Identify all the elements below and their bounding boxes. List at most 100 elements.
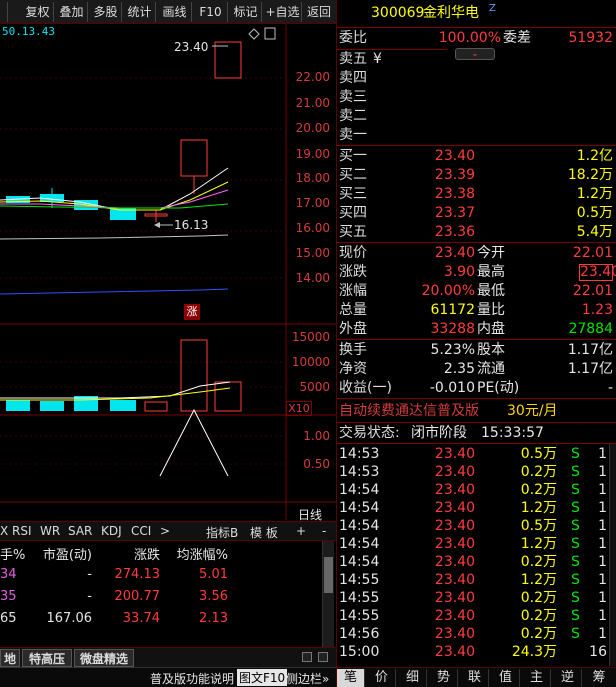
sell-label: 卖三 [339, 89, 367, 105]
tab-trend[interactable]: 势 [430, 669, 458, 687]
low-price-label: 16.13 [174, 218, 209, 232]
stat-value: 1.17亿 [567, 361, 613, 377]
tab-price[interactable]: 价 [368, 669, 396, 687]
stat-label: 净资 [339, 361, 367, 377]
tick-side: S [571, 464, 580, 480]
f10-button[interactable]: F10 [194, 2, 228, 22]
tick-row: 14:54 23.40 0.2万 S 1 [337, 553, 616, 571]
stat-row: 涨幅 20.00% 最低 22.01 [337, 282, 616, 301]
chart-readout: 50.13.43 [2, 25, 55, 38]
stat-label: 最高 [477, 264, 505, 280]
tab-reverse[interactable]: 逆 [554, 669, 582, 687]
tab-linked[interactable]: 联 [461, 669, 489, 687]
tick-price: 23.40 [434, 536, 475, 552]
buy-label: 买四 [339, 205, 367, 221]
tick-side: S [571, 536, 580, 552]
mark-button[interactable]: 标记 [230, 2, 262, 22]
multi-stock-button[interactable]: 多股 [90, 2, 122, 22]
kline-chart[interactable]: 50.13.43 23.40 16.13 涨 22.00 21.00 20.00… [0, 24, 336, 522]
buy-label: 买五 [339, 224, 367, 240]
stat-value-high: 23.40 [579, 264, 616, 281]
promo-price[interactable]: 30元/月 [507, 400, 558, 422]
stats-button[interactable]: 统计 [124, 2, 156, 22]
tick-time: 14:54 [339, 482, 380, 498]
tab-indicator-kdj[interactable]: KDJ [101, 524, 122, 538]
indicator-tick: 1.00 [303, 429, 330, 443]
promo-banner[interactable]: 自动续费通达信普及版 30元/月 [337, 400, 616, 422]
volume-tick: 15000 [291, 330, 330, 344]
table-scrollbar[interactable] [322, 541, 334, 647]
buy-row[interactable]: 买二 23.39 18.2万 [337, 166, 616, 185]
help-link[interactable]: 普及版功能说明 [150, 670, 234, 687]
f10-link[interactable]: 图文F10 [237, 669, 288, 686]
tab-detail[interactable]: 细 [399, 669, 427, 687]
tab-indicator-wr[interactable]: WR [40, 524, 60, 538]
divider [337, 398, 616, 399]
tab-value[interactable]: 值 [492, 669, 520, 687]
tick-row: 14:54 23.40 1.2万 S 1 [337, 499, 616, 517]
tab-scroll-right[interactable] [318, 652, 328, 662]
yuan-icon: ¥ [373, 51, 382, 67]
tab-indicator-b[interactable]: 指标B [206, 524, 238, 541]
stat-value: 23.40 [434, 245, 475, 261]
template-button[interactable]: 模 板 [250, 524, 278, 541]
buy-volume: 5.4万 [576, 224, 613, 240]
buy-price: 23.40 [434, 148, 475, 164]
tab-indicator-more[interactable]: > [160, 524, 170, 538]
promo-text[interactable]: 自动续费通达信普及版 [339, 400, 479, 422]
tick-time: 14:55 [339, 590, 380, 606]
buy-row[interactable]: 买一 23.40 1.2亿 [337, 147, 616, 166]
tab-main[interactable]: 主 [523, 669, 551, 687]
buy-row[interactable]: 买四 23.37 0.5万 [337, 204, 616, 223]
tick-list[interactable]: 14:53 23.40 0.5万 S 1 14:53 23.40 0.2万 S 1 14:54 23.… [337, 444, 616, 666]
scrollbar-thumb[interactable] [324, 557, 333, 593]
stat-value: 5.23% [430, 342, 475, 358]
tick-price: 23.40 [434, 554, 475, 570]
tab-indicator-sar[interactable]: SAR [68, 524, 92, 538]
buy-row[interactable]: 买三 23.38 1.2万 [337, 185, 616, 204]
col-header: 涨跌 [133, 548, 160, 563]
stat-label: 内盘 [477, 321, 505, 337]
weicha-label: 委差 [503, 30, 531, 46]
weibi-row: 委比 100.00% 委差 51932 [337, 29, 616, 48]
tick-volume: 1.2万 [520, 536, 557, 552]
tab-indicator-rsi[interactable]: RSI [12, 524, 32, 538]
add-watchlist-button[interactable]: +自选 [264, 2, 302, 22]
tab-sector-di[interactable]: 地 [0, 649, 20, 667]
tab-scroll-left[interactable] [302, 652, 312, 662]
indicator-tabs: X RSI WR SAR KDJ CCI > 指标B 模 板 + - [0, 521, 336, 541]
draw-line-button[interactable]: 画线 [158, 2, 192, 22]
stock-badge: Z [489, 3, 496, 14]
tab-indicator-cci[interactable]: CCI [131, 524, 151, 538]
tab-sector-microcap[interactable]: 微盘精选 [74, 649, 134, 667]
tab-chips[interactable]: 筹 [585, 669, 613, 687]
tab-indicator-x[interactable]: X [0, 524, 8, 538]
fuquan-button[interactable]: 复权 [22, 2, 54, 22]
tab-sector-uhv[interactable]: 特高压 [22, 649, 72, 667]
buy-volume: 0.5万 [576, 205, 613, 221]
zoom-in-button[interactable]: + [296, 524, 306, 538]
back-button[interactable]: 返回 [302, 2, 336, 22]
price-tick: 17.00 [295, 196, 330, 210]
tick-row: 14:55 23.40 0.2万 S 1 [337, 607, 616, 625]
buy-row[interactable]: 买五 23.36 5.4万 [337, 223, 616, 242]
ma120-line [0, 288, 229, 295]
tick-row: 14:53 23.40 0.5万 S 1 [337, 445, 616, 463]
tick-volume: 1.2万 [520, 572, 557, 588]
tick-scrollbar[interactable] [609, 444, 616, 666]
tick-row: 15:00 23.40 24.3万 16 [337, 643, 616, 661]
ma60-line [0, 234, 229, 240]
tick-price: 23.40 [434, 482, 475, 498]
stat-value: 33288 [430, 321, 475, 337]
table-cell: 2.13 [199, 611, 228, 626]
diamond-icon [248, 28, 260, 40]
divider [337, 27, 616, 28]
stat-value: 20.00% [421, 283, 475, 299]
sidebar-link[interactable]: 侧边栏» [286, 670, 329, 687]
toolbar-edge [0, 2, 8, 22]
overlay-button[interactable]: 叠加 [56, 2, 88, 22]
tick-side: S [571, 518, 580, 534]
zoom-out-button[interactable]: - [322, 524, 326, 538]
tick-time: 15:00 [339, 644, 380, 660]
tab-ticks[interactable]: 笔 [337, 669, 365, 687]
